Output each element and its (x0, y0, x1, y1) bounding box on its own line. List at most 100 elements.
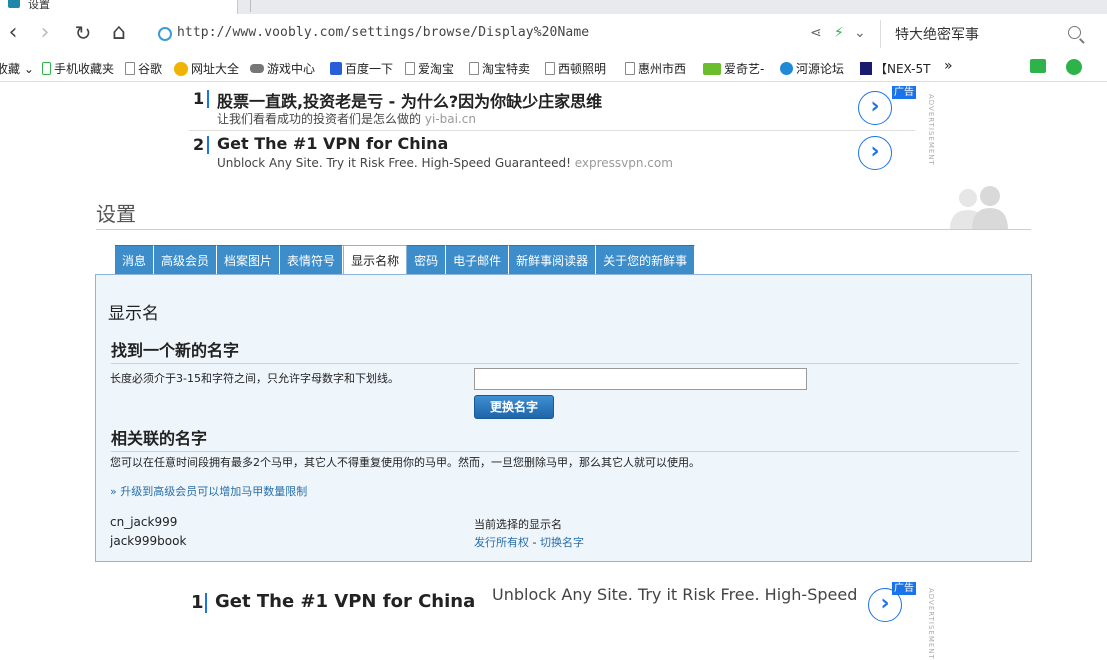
navigation-bar: ‹ › ↻ ⌂ http://www.voobly.com/settings/b… (0, 14, 1107, 54)
globe-icon (780, 62, 793, 75)
tab-news-about-you[interactable]: 关于您的新鲜事 (596, 245, 696, 274)
bookmark-ai-taobao[interactable]: 爱淘宝 (405, 60, 454, 77)
ad-label: 广告 (892, 86, 916, 99)
search-input[interactable]: 特大绝密军事 (895, 24, 979, 44)
bookmark-label: 爱淘宝 (418, 62, 455, 76)
doc-icon (125, 62, 135, 75)
ad-title[interactable]: 股票一直跌,投资老是亏 - 为什么?因为你缺少庄家思维 (217, 88, 602, 112)
tab-email[interactable]: 电子邮件 (446, 245, 510, 274)
advertisement-label: ADVERTISEMENT (927, 94, 935, 166)
ad-arrow-icon[interactable]: › (858, 136, 892, 170)
doc-icon (405, 62, 415, 75)
wallet-icon[interactable] (1066, 59, 1085, 75)
bookmark-label: 网址大全 (191, 62, 240, 76)
action-separator: - (529, 536, 540, 549)
release-ownership-link[interactable]: 发行所有权 (474, 536, 529, 549)
section-divider (111, 451, 1019, 452)
bookmark-taobao-sale[interactable]: 淘宝特卖 (469, 60, 530, 77)
change-name-button[interactable]: 更换名字 (474, 395, 554, 419)
search-icon[interactable] (1068, 26, 1081, 39)
ad-description: Unblock Any Site. Try it Risk Free. High… (492, 585, 858, 604)
alias-name: jack999book (110, 534, 187, 548)
bookmark-label: 收藏 ⌄ (0, 62, 34, 76)
ad-number: 2 (193, 135, 205, 154)
display-name-panel: 显示名 找到一个新的名字 长度必须介于3-15和字符之间，只允许字母数字和下划线… (95, 274, 1032, 562)
reload-icon[interactable]: ↻ (70, 20, 96, 46)
tab-divider (250, 0, 251, 12)
tab-premium[interactable]: 高级会员 (154, 245, 218, 274)
site-favicon-icon (8, 0, 20, 8)
ad-domain: expressvpn.com (574, 156, 673, 170)
baidu-icon (330, 62, 342, 75)
doc-icon (469, 62, 479, 75)
url-text[interactable]: http://www.voobly.com/settings/browse/Di… (177, 25, 589, 40)
new-name-input[interactable] (474, 368, 807, 390)
bookmark-baidu[interactable]: 百度一下 (330, 60, 393, 77)
tab-emoticons[interactable]: 表情符号 (280, 245, 344, 274)
tab-display-name[interactable]: 显示名称 (343, 245, 408, 275)
page-title: 设置 (96, 202, 136, 226)
bookmark-label: 西顿照明 (558, 62, 607, 76)
tab-messages[interactable]: 消息 (115, 245, 155, 274)
ad-marker (205, 593, 207, 613)
bookmark-label: 谷歌 (138, 62, 163, 76)
forward-icon[interactable]: › (32, 20, 58, 46)
ad-description: 让我们看看成功的投资者们是怎么做的 yi-bai.cn (217, 110, 476, 127)
ad-label: 广告 (892, 582, 916, 595)
browser-tab[interactable]: 设置 (0, 0, 238, 14)
bookmark-label: 爱奇艺- (724, 62, 765, 76)
alias-actions: 发行所有权 - 切换名字 (474, 534, 584, 550)
switch-name-link[interactable]: 切换名字 (540, 536, 584, 549)
reader-icon[interactable] (1030, 59, 1049, 73)
z-icon (860, 62, 872, 75)
title-divider (96, 229, 1031, 230)
bookmarks-more-icon[interactable]: » (944, 58, 953, 74)
lightning-icon[interactable]: ⚡ (834, 25, 844, 41)
ad-description: Unblock Any Site. Try it Risk Free. High… (217, 156, 673, 170)
bookmark-heyuan-forum[interactable]: 河源论坛 (780, 60, 844, 77)
home-icon[interactable]: ⌂ (106, 20, 132, 46)
bookmark-xidun-lighting[interactable]: 西顿照明 (545, 60, 606, 77)
tab-profile-picture[interactable]: 档案图片 (217, 245, 281, 274)
bookmark-favorites[interactable]: 收藏 ⌄ (0, 60, 34, 77)
ad-arrow-icon[interactable]: › (858, 91, 892, 125)
upgrade-link[interactable]: » 升级到高级会员可以增加马甲数量限制 (110, 483, 307, 499)
ad-desc-text: Unblock Any Site. Try it Risk Free. High… (217, 156, 571, 170)
ad-title[interactable]: Get The #1 VPN for China (217, 134, 448, 153)
aliases-description: 您可以在任意时间段拥有最多2个马甲，其它人不得重复使用你的马甲。然而，一旦您删除… (110, 456, 700, 469)
ad-desc-text: 让我们看看成功的投资者们是怎么做的 (217, 112, 422, 126)
bookmark-iqiyi[interactable]: 爱奇艺- (703, 60, 764, 77)
bookmark-label: 惠州市西 (638, 62, 687, 76)
bookmark-url-directory[interactable]: 网址大全 (174, 60, 239, 77)
bookmark-mobile-favorites[interactable]: 手机收藏夹 (42, 60, 114, 77)
alias-status: 当前选择的显示名 (474, 518, 562, 531)
ad-marker (207, 136, 209, 154)
chevron-down-icon[interactable]: ⌄ (854, 25, 866, 41)
ad-number: 1 (191, 592, 204, 613)
ad-title[interactable]: Get The #1 VPN for China (215, 591, 475, 612)
tab-strip: 设置 (0, 0, 1107, 14)
bookmark-label: 河源论坛 (796, 62, 845, 76)
bookmark-label: 游戏中心 (267, 62, 316, 76)
bookmark-label: 手机收藏夹 (54, 62, 115, 76)
doc-icon (625, 62, 635, 75)
bookmark-huizhou[interactable]: 惠州市西 (625, 60, 686, 77)
tab-password[interactable]: 密码 (407, 245, 447, 274)
ad-domain: yi-bai.cn (424, 112, 476, 126)
section-divider (111, 363, 1019, 364)
bookmark-game-center[interactable]: 游戏中心 (250, 60, 315, 77)
settings-tabs: 消息 高级会员 档案图片 表情符号 显示名称 密码 电子邮件 新鲜事阅读器 关于… (115, 245, 696, 275)
bookmark-label: 【NEX-5T (875, 62, 931, 76)
ad-divider (189, 130, 915, 131)
search-box[interactable]: 特大绝密军事 (880, 20, 1095, 48)
ad-number: 1 (193, 89, 205, 108)
advertisement-label: ADVERTISEMENT (927, 588, 935, 660)
share-icon[interactable]: ⋖ (810, 25, 822, 41)
address-bar[interactable]: http://www.voobly.com/settings/browse/Di… (150, 20, 878, 48)
bookmark-google[interactable]: 谷歌 (125, 60, 162, 77)
reader-icon-shape (1030, 59, 1046, 73)
bookmark-nex5t[interactable]: 【NEX-5T (860, 60, 930, 77)
gamepad-icon (250, 64, 264, 73)
back-icon[interactable]: ‹ (0, 20, 26, 46)
tab-news-feed-reader[interactable]: 新鲜事阅读器 (509, 245, 597, 274)
